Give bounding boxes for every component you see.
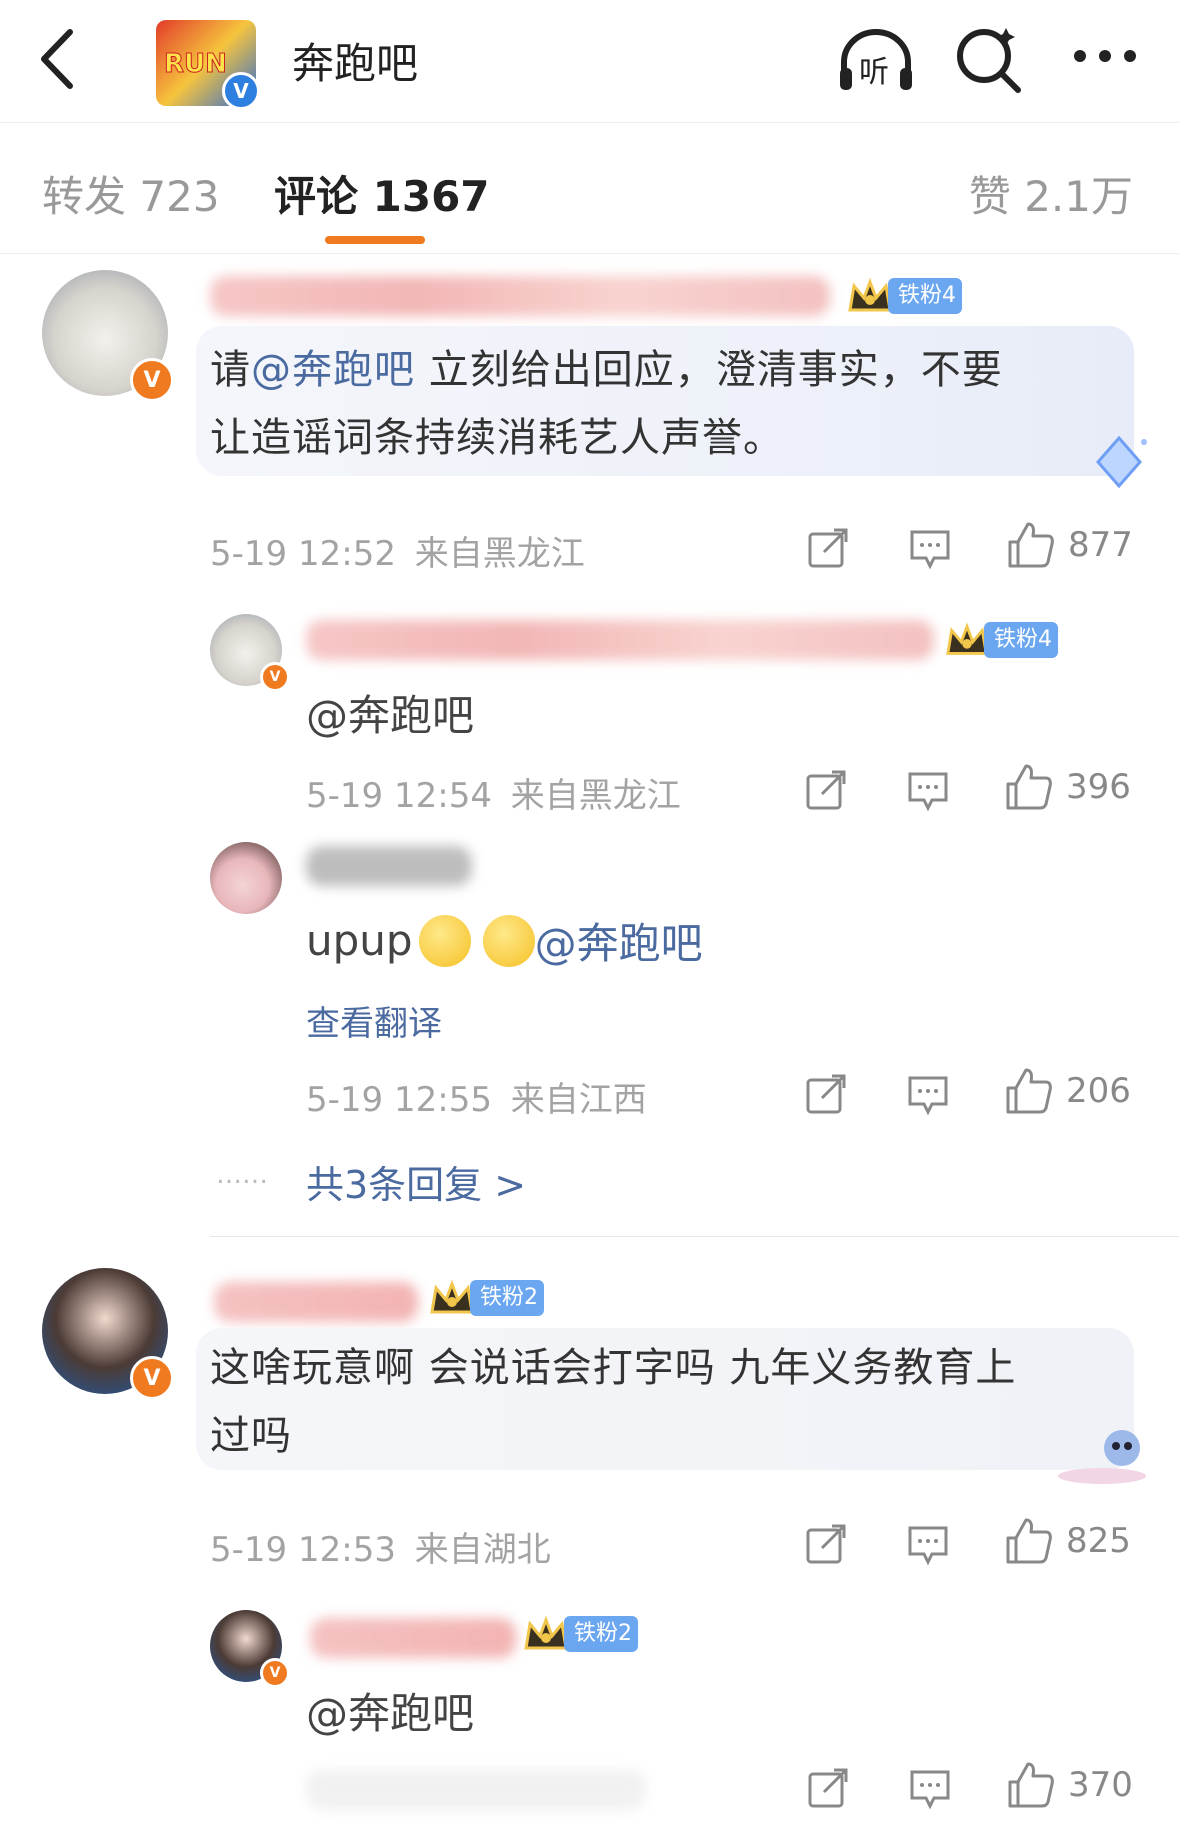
like-button[interactable]: 825 [1004,1516,1131,1566]
verified-badge: V [130,1356,174,1400]
comment-meta: 5-19 12:53 来自湖北 [210,1522,551,1571]
username-blurred[interactable] [310,1618,516,1658]
emoji-icon [482,914,535,967]
reply-text: upup @奔跑吧 [306,910,703,971]
timestamp: 5-19 12:52 [210,534,396,574]
share-icon [806,1524,846,1564]
mention-link[interactable]: @奔跑吧 [535,910,703,971]
tab-bar: 转发 723 评论 1367 赞 2.1万 [0,123,1179,254]
comment-icon [910,530,950,570]
like-button[interactable]: 370 [1006,1760,1133,1810]
share-icon [806,1074,846,1114]
verified-badge: V [260,662,290,692]
share-icon [808,1768,848,1808]
comment-text: 这啥玩意啊 会说话会打字吗 九年义务教育上 过吗 [210,1345,1017,1459]
timestamp: 5-19 12:53 [210,1530,396,1570]
crown-icon [848,277,892,312]
repost-button[interactable] [806,526,850,574]
reply-button[interactable] [908,1766,952,1814]
more-icon [1074,50,1136,62]
more-replies-dots: …… [216,1160,268,1190]
headphones-icon: 听 [840,29,912,90]
share-icon [806,770,846,810]
tab-repost[interactable]: 转发 723 [42,163,220,224]
mention-link[interactable]: @奔跑吧 [251,347,415,393]
reply-text[interactable]: @奔跑吧 [306,1680,474,1741]
share-icon [808,528,848,568]
reply-button[interactable] [906,1522,950,1570]
page-title: 奔跑吧 [292,39,419,88]
translate-link[interactable]: 查看翻译 [306,996,442,1045]
fan-badge[interactable]: 铁粉4 [944,620,1058,660]
location: 来自黑龙江 [510,776,681,816]
thumbs-up-icon [1008,522,1054,568]
username-blurred[interactable] [210,276,830,316]
timestamp: 5-19 12:55 [306,1080,492,1120]
username-blurred[interactable] [306,846,472,886]
header-bar: RUN V 奔跑吧 听 [0,0,1179,123]
reply-button[interactable] [906,1072,950,1120]
fan-badge[interactable]: 铁粉2 [522,1614,638,1654]
more-button[interactable] [1070,44,1140,68]
verified-badge: V [260,1658,290,1688]
like-button[interactable]: 877 [1006,520,1133,570]
thumbs-up-icon [1006,764,1052,810]
comment-meta: 5-19 12:54 来自黑龙江 [306,768,681,817]
location: 来自湖北 [414,1530,551,1570]
search-button[interactable] [954,24,1024,94]
repost-button[interactable] [804,768,848,816]
back-button[interactable] [30,24,90,94]
tab-likes[interactable]: 赞 2.1万 [969,163,1133,224]
divider [210,1236,1179,1237]
reply-button[interactable] [908,526,952,574]
fan-badge[interactable]: 铁粉4 [846,276,962,316]
location: 来自江西 [510,1080,647,1120]
comment-icon [908,772,948,812]
location: 来自黑龙江 [414,534,585,574]
thumbs-up-icon [1008,1762,1054,1808]
comment-icon [910,1770,950,1810]
repost-button[interactable] [804,1072,848,1120]
fan-badge[interactable]: 铁粉2 [428,1278,544,1318]
verified-badge: V [130,358,174,402]
avatar[interactable] [210,842,282,914]
comment-meta: 5-19 12:52 来自黑龙江 [210,526,585,575]
like-button[interactable]: 396 [1004,762,1131,812]
comment-meta: 5-19 12:55 来自江西 [306,1072,647,1121]
comment-icon [908,1076,948,1116]
meta-blurred [306,1770,646,1810]
thumbs-up-icon [1006,1518,1052,1564]
more-replies-link[interactable]: 共3条回复 > [306,1154,526,1209]
svg-text:听: 听 [859,55,889,90]
tab-active-indicator [325,236,425,244]
reply-button[interactable] [906,768,950,816]
crown-icon [524,1615,568,1650]
comment-icon [908,1526,948,1566]
crown-icon [430,1279,474,1314]
emoji-icon [418,914,471,967]
username-blurred[interactable] [306,620,934,660]
comment-text: 请@奔跑吧 立刻给出回应，澄清事实，不要 让造谣词条持续消耗艺人声誉。 [210,347,1003,461]
listen-button[interactable]: 听 [836,24,916,94]
thumbs-up-icon [1006,1068,1052,1114]
chevron-left-icon [41,29,73,89]
svg-text:RUN: RUN [164,49,227,79]
repost-button[interactable] [806,1766,850,1814]
tab-comments[interactable]: 评论 1367 [274,163,490,224]
repost-button[interactable] [804,1522,848,1570]
username-blurred[interactable] [214,1282,418,1322]
timestamp: 5-19 12:54 [306,776,492,816]
reply-text[interactable]: @奔跑吧 [306,682,474,743]
like-button[interactable]: 206 [1004,1066,1131,1116]
verified-badge: V [222,72,260,110]
search-icon [957,28,1021,93]
